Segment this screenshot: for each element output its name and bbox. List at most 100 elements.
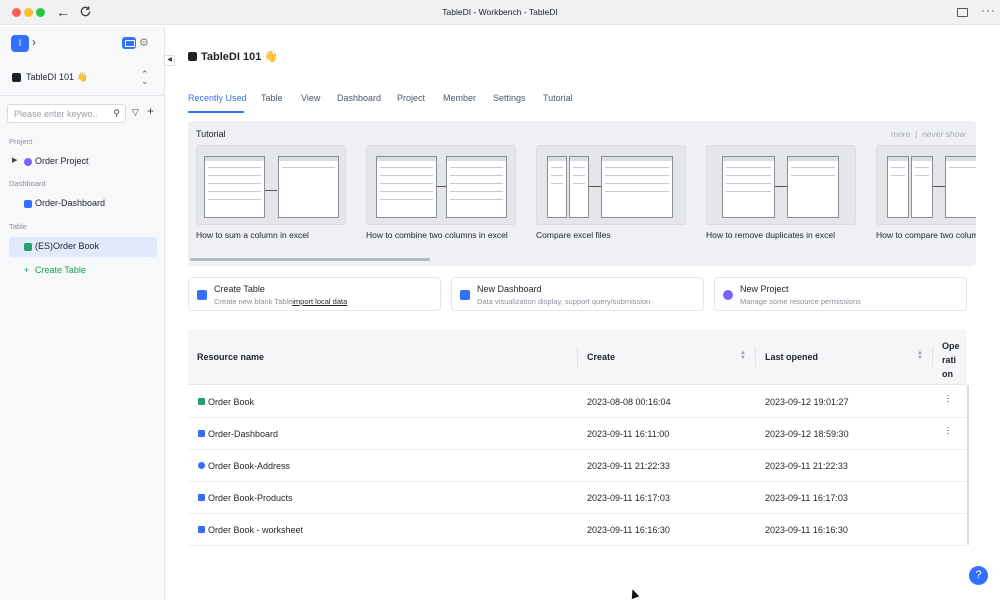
last-opened-date: 2023-09-12 19:01:27 bbox=[765, 397, 849, 407]
card-title: New Dashboard bbox=[477, 284, 542, 294]
sidebar-item-label: (ES)Order Book bbox=[35, 241, 100, 251]
import-local-data-link[interactable]: import local data bbox=[292, 297, 347, 306]
table-plus-icon bbox=[197, 290, 207, 300]
last-opened-date: 2023-09-11 16:16:30 bbox=[765, 525, 848, 535]
window-titlebar: ← TableDI - Workbench - TableDI ··· bbox=[0, 0, 1000, 25]
card-title: Create Table bbox=[214, 284, 265, 294]
tab-dashboard[interactable]: Dashboard bbox=[337, 93, 381, 103]
dashboard-icon bbox=[24, 200, 32, 208]
table-row[interactable]: Order Book-Products 2023-09-11 16:17:03 … bbox=[188, 482, 967, 514]
tab-recently-used[interactable]: Recently Used bbox=[188, 93, 247, 103]
tutorial-card[interactable]: How to compare two columns in excel bbox=[876, 145, 976, 240]
sidebar-item-label: Order Project bbox=[35, 156, 89, 166]
horizontal-scrollbar[interactable] bbox=[190, 258, 430, 261]
tutorial-card[interactable]: How to sum a column in excel bbox=[196, 145, 346, 240]
project-icon bbox=[24, 158, 32, 166]
table-row[interactable]: Order Book-Address 2023-09-11 21:22:33 2… bbox=[188, 450, 967, 482]
tutorial-panel: Tutorial more | never show How to sum a … bbox=[188, 121, 976, 266]
op-part: rati bbox=[942, 355, 957, 365]
tab-table[interactable]: Table bbox=[261, 93, 283, 103]
tutorial-card[interactable]: How to remove duplicates in excel bbox=[706, 145, 856, 240]
filter-icon[interactable]: ▽ bbox=[132, 107, 139, 118]
app-logo[interactable]: I bbox=[11, 35, 29, 52]
workspace-switcher[interactable]: TableDI 101 👋 ⌃ ⌄ bbox=[12, 70, 152, 88]
more-vertical-icon[interactable]: · · · bbox=[945, 391, 951, 407]
resource-name[interactable]: Order Book bbox=[208, 397, 254, 407]
sheet-illustration bbox=[446, 156, 507, 218]
tutorial-caption: Compare excel files bbox=[536, 230, 611, 240]
sidebar-item-order-dashboard[interactable]: Order-Dashboard bbox=[9, 194, 157, 214]
workspace-name: TableDI 101 👋 bbox=[26, 72, 88, 82]
resource-name[interactable]: Order Book-Products bbox=[208, 493, 293, 503]
monitor-icon[interactable] bbox=[122, 37, 136, 49]
active-tab-indicator bbox=[188, 111, 244, 113]
new-project-card[interactable]: New Project Manage some resource permiss… bbox=[714, 277, 967, 311]
create-table-label: Create Table bbox=[35, 265, 86, 275]
sheet-illustration bbox=[887, 156, 909, 218]
column-header-resource-name[interactable]: Resource name bbox=[197, 352, 264, 362]
workspace-icon bbox=[188, 52, 197, 61]
resource-name[interactable]: Order-Dashboard bbox=[208, 429, 278, 439]
tab-member[interactable]: Member bbox=[443, 93, 476, 103]
sheet-illustration bbox=[204, 156, 265, 218]
resource-name[interactable]: Order Book - worksheet bbox=[208, 525, 303, 535]
table-row[interactable]: Order Book 2023-08-08 00:16:04 2023-09-1… bbox=[188, 386, 967, 418]
more-icon[interactable]: ··· bbox=[981, 3, 996, 17]
table-header: Resource name Create ▲ ▼ Last opened ▲ ▼ O… bbox=[188, 330, 967, 385]
tutorial-card[interactable]: How to combine two columns in excel bbox=[366, 145, 516, 240]
column-divider[interactable] bbox=[755, 347, 756, 367]
sheet-illustration bbox=[945, 156, 976, 218]
table-row[interactable]: Order-Dashboard 2023-09-11 16:11:00 2023… bbox=[188, 418, 967, 450]
caret-right-icon[interactable]: ▶ bbox=[12, 156, 17, 164]
collapse-sidebar-button[interactable]: ◀ bbox=[164, 55, 175, 66]
sheet-illustration bbox=[376, 156, 437, 218]
created-date: 2023-09-11 21:22:33 bbox=[587, 461, 670, 471]
sidebar-item-order-book[interactable]: (ES)Order Book bbox=[9, 237, 157, 257]
sheet-illustration bbox=[787, 156, 839, 218]
worksheet-icon bbox=[198, 526, 205, 533]
card-title: New Project bbox=[740, 284, 789, 294]
tab-project[interactable]: Project bbox=[397, 93, 425, 103]
sidebar-item-order-project[interactable]: ▶ Order Project bbox=[9, 152, 157, 172]
sort-icon[interactable]: ▲ ▼ bbox=[740, 350, 746, 361]
panel-toggle-icon[interactable] bbox=[957, 8, 968, 17]
sort-icon[interactable]: ▲ ▼ bbox=[917, 350, 923, 361]
chevron-up-down-icon[interactable]: ⌃ ⌄ bbox=[141, 70, 149, 86]
tutorial-card[interactable]: Compare excel files bbox=[536, 145, 686, 240]
sheet-illustration bbox=[722, 156, 775, 218]
new-dashboard-card[interactable]: New Dashboard Data visualization display… bbox=[451, 277, 704, 311]
never-show-link[interactable]: never show bbox=[922, 129, 965, 139]
search-icon[interactable]: ⚲ bbox=[113, 108, 120, 119]
column-header-create[interactable]: Create bbox=[587, 352, 615, 362]
tutorial-caption: How to combine two columns in excel bbox=[366, 230, 508, 240]
column-header-operation: Ope rati on bbox=[942, 339, 962, 381]
column-divider[interactable] bbox=[577, 347, 578, 367]
search-input[interactable] bbox=[8, 105, 98, 122]
help-button[interactable]: ? bbox=[969, 566, 988, 585]
column-divider[interactable] bbox=[932, 347, 933, 367]
column-header-last-opened[interactable]: Last opened bbox=[765, 352, 818, 362]
gear-icon[interactable]: ⚙ bbox=[139, 36, 149, 49]
tutorial-actions: more | never show bbox=[891, 129, 966, 139]
tab-settings[interactable]: Settings bbox=[493, 93, 526, 103]
last-opened-date: 2023-09-11 16:17:03 bbox=[765, 493, 848, 503]
sheet-illustration bbox=[911, 156, 933, 218]
tab-view[interactable]: View bbox=[301, 93, 320, 103]
tutorial-thumbnail bbox=[366, 145, 516, 225]
table-row[interactable]: Order Book - worksheet 2023-09-11 16:16:… bbox=[188, 514, 967, 546]
chevron-right-icon[interactable]: › bbox=[32, 35, 36, 49]
tab-tutorial[interactable]: Tutorial bbox=[543, 93, 573, 103]
create-table-card[interactable]: Create Table Create new blank Tableimpor… bbox=[188, 277, 441, 311]
more-link[interactable]: more bbox=[891, 129, 910, 139]
tutorial-thumbnail bbox=[706, 145, 856, 225]
create-table-button[interactable]: + Create Table bbox=[9, 261, 157, 281]
op-part: on bbox=[942, 369, 953, 379]
add-icon[interactable]: + bbox=[147, 104, 154, 118]
project-plus-icon bbox=[723, 290, 733, 300]
more-vertical-icon[interactable]: · · · bbox=[945, 423, 951, 439]
vertical-scrollbar[interactable] bbox=[967, 385, 969, 545]
sheet-illustration bbox=[278, 156, 339, 218]
op-part: Ope bbox=[942, 341, 960, 351]
resource-name[interactable]: Order Book-Address bbox=[208, 461, 290, 471]
plus-icon: + bbox=[24, 265, 30, 275]
